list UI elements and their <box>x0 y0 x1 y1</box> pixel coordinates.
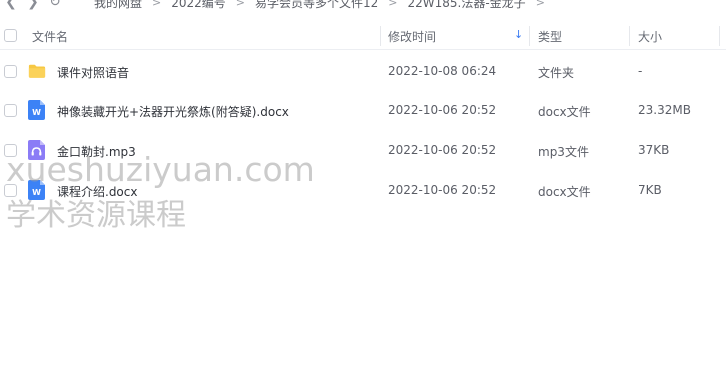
watermark-url: xueshuziyuan.com <box>6 150 315 189</box>
file-modified-time: 2022-10-06 20:52 <box>388 103 497 117</box>
file-type: 文件夹 <box>538 66 575 80</box>
back-button[interactable]: ❮ <box>0 0 22 12</box>
select-all-checkbox[interactable] <box>4 29 17 42</box>
column-divider[interactable] <box>629 26 630 46</box>
file-size: 37KB <box>638 143 670 157</box>
file-name[interactable]: 课件对照语音 <box>57 64 129 81</box>
word-doc-icon: W <box>28 100 45 120</box>
file-modified-time: 2022-10-08 06:24 <box>388 64 497 78</box>
column-divider[interactable] <box>529 26 530 46</box>
chevron-right-icon: > <box>235 0 245 9</box>
column-header-type[interactable]: 类型 <box>538 28 562 45</box>
sort-desc-icon[interactable]: ↓ <box>514 28 523 41</box>
column-divider[interactable] <box>719 26 720 46</box>
file-row[interactable]: 课件对照语音 2022-10-08 06:24 文件夹 - <box>0 52 726 92</box>
breadcrumb-item[interactable]: 2022编号 <box>167 0 230 11</box>
watermark-text: 学术资源课程 <box>6 198 186 233</box>
file-name[interactable]: 神像装藏开光+法器开光祭炼(附答疑).docx <box>57 103 289 120</box>
row-checkbox[interactable] <box>4 104 17 117</box>
chevron-right-icon: > <box>535 0 545 9</box>
column-header-size[interactable]: 大小 <box>638 28 662 45</box>
breadcrumb-item[interactable]: 22W185.法器-金龙子 <box>404 0 530 11</box>
chevron-right-icon: > <box>152 0 162 9</box>
breadcrumb-item[interactable]: 我的网盘 <box>90 0 146 11</box>
folder-icon <box>28 64 46 78</box>
file-list-header: 文件名 修改时间 ↓ 类型 大小 <box>0 22 726 50</box>
chevron-right-icon: > <box>388 0 398 9</box>
file-type: mp3文件 <box>538 145 589 159</box>
row-checkbox[interactable] <box>4 65 17 78</box>
refresh-button[interactable]: ↻ <box>44 0 66 12</box>
svg-text:W: W <box>32 108 41 117</box>
file-size: 7KB <box>638 183 662 197</box>
forward-button[interactable]: ❯ <box>22 0 44 12</box>
breadcrumb: 我的网盘 > 2022编号 > 易学会员等多个文件12 > 22W185.法器-… <box>90 0 551 11</box>
file-type: docx文件 <box>538 105 591 119</box>
file-row[interactable]: W 神像装藏开光+法器开光祭炼(附答疑).docx 2022-10-06 20:… <box>0 91 726 131</box>
breadcrumb-item[interactable]: 易学会员等多个文件12 <box>251 0 382 11</box>
column-header-modified[interactable]: 修改时间 <box>388 28 436 45</box>
file-size: 23.32MB <box>638 103 691 117</box>
file-type: docx文件 <box>538 185 591 199</box>
column-header-name[interactable]: 文件名 <box>32 28 68 45</box>
file-modified-time: 2022-10-06 20:52 <box>388 143 497 157</box>
file-modified-time: 2022-10-06 20:52 <box>388 183 497 197</box>
file-manager-window: ❮ ❯ ↻ 我的网盘 > 2022编号 > 易学会员等多个文件12 > 22W1… <box>0 0 726 376</box>
column-divider[interactable] <box>380 26 381 46</box>
breadcrumb-bar: ❮ ❯ ↻ 我的网盘 > 2022编号 > 易学会员等多个文件12 > 22W1… <box>0 0 726 12</box>
file-size: - <box>638 64 643 78</box>
